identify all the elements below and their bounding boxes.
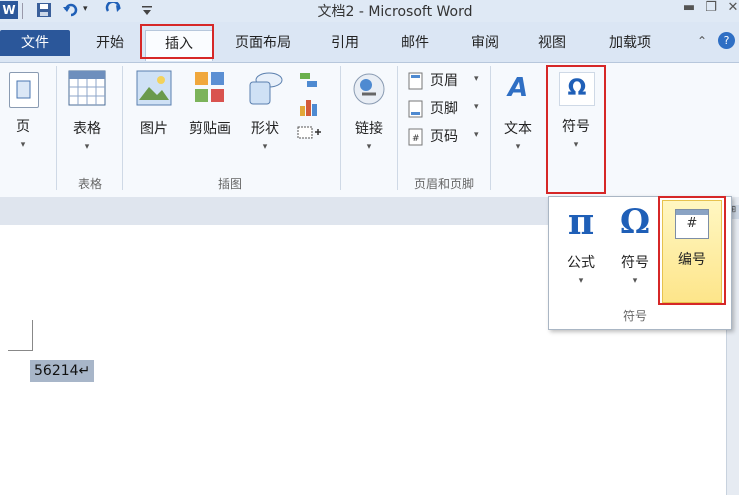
pi-icon: π	[567, 201, 595, 243]
margin-mark-vertical	[32, 320, 33, 350]
group-separator	[490, 66, 491, 190]
tab-view[interactable]: 视图	[530, 30, 574, 56]
picture-label: 图片	[140, 121, 168, 137]
symbols-dropdown-group-label: 符号	[622, 309, 647, 323]
tab-home[interactable]: 开始	[88, 30, 132, 56]
picture-button[interactable]: 图片	[132, 66, 176, 146]
page-label: 页	[16, 119, 30, 135]
shapes-arrow-icon: ▾	[262, 142, 268, 152]
page-arrow-icon: ▾	[20, 140, 26, 150]
clipart-button[interactable]: 剪贴画	[185, 66, 235, 146]
footer-label: 页脚	[430, 101, 458, 117]
minimize-icon[interactable]: ▬	[678, 0, 700, 18]
window-title: 文档2 - Microsoft Word	[317, 4, 473, 20]
table-label: 表格	[73, 121, 101, 137]
text-button[interactable]: A 文本 ▾	[495, 66, 541, 166]
symbol-arrow-icon: ▾	[632, 276, 638, 286]
svg-text:#: #	[412, 134, 420, 144]
insert-tab-highlight	[140, 24, 214, 59]
links-label: 链接	[355, 121, 383, 137]
group-separator	[397, 66, 398, 190]
text-icon: A	[507, 73, 529, 103]
footer-arrow-icon: ▾	[474, 102, 479, 112]
page-icon	[9, 72, 39, 108]
footer-button[interactable]: 页脚 ▾	[408, 98, 488, 120]
header-label: 页眉	[430, 73, 458, 89]
picture-icon	[136, 70, 172, 110]
group-separator	[122, 66, 123, 190]
smartart-icon[interactable]	[298, 70, 320, 94]
numbering-highlight	[658, 196, 726, 305]
page-button[interactable]: 页 ▾	[5, 66, 41, 166]
undo-icon[interactable]	[62, 2, 80, 19]
symbol-label: 符号	[621, 255, 649, 271]
header-button[interactable]: 页眉 ▾	[408, 70, 488, 92]
table-button[interactable]: 表格 ▾	[63, 66, 111, 166]
shapes-button[interactable]: 形状 ▾	[245, 66, 285, 166]
equation-label: 公式	[567, 255, 595, 271]
clipart-icon	[193, 70, 227, 110]
group-separator	[340, 66, 341, 190]
undo-dropdown-icon[interactable]: ▾	[83, 4, 88, 14]
omega-icon: Ω	[619, 202, 651, 242]
page-number-label: 页码	[430, 129, 458, 145]
close-icon[interactable]: ✕	[722, 0, 739, 18]
links-button[interactable]: 链接 ▾	[347, 66, 391, 166]
clipart-label: 剪贴画	[189, 121, 231, 137]
customize-icon[interactable]	[140, 2, 158, 19]
shapes-label: 形状	[251, 121, 279, 137]
header-arrow-icon: ▾	[474, 74, 479, 84]
restore-icon[interactable]: ❐	[700, 0, 722, 18]
help-icon[interactable]: ?	[718, 32, 735, 49]
illustrations-group-label: 插图	[217, 177, 242, 191]
page-number-button[interactable]: # 页码 ▾	[408, 126, 488, 148]
links-arrow-icon: ▾	[366, 142, 372, 152]
shapes-icon	[247, 70, 285, 110]
tab-file[interactable]: 文件	[0, 30, 70, 56]
margin-mark-horizontal	[8, 350, 33, 351]
group-separator	[56, 66, 57, 190]
symbol-button[interactable]: Ω 符号 ▾	[610, 200, 660, 300]
table-icon	[68, 70, 106, 110]
header-footer-group-label: 页眉和页脚	[413, 177, 474, 191]
equation-arrow-icon: ▾	[578, 276, 584, 286]
page-number-icon: #	[408, 128, 423, 146]
screenshot-icon[interactable]	[296, 124, 326, 146]
chart-icon[interactable]	[298, 96, 320, 122]
link-icon	[352, 72, 386, 110]
save-icon[interactable]	[36, 2, 54, 19]
symbols-highlight	[546, 65, 606, 194]
selected-text[interactable]: 56214↵	[30, 360, 95, 382]
tab-mailings[interactable]: 邮件	[393, 30, 437, 56]
footer-icon	[408, 100, 423, 118]
header-icon	[408, 72, 423, 90]
text-label: 文本	[504, 121, 532, 137]
equation-button[interactable]: π 公式 ▾	[556, 200, 606, 300]
redo-icon[interactable]	[105, 0, 123, 19]
word-app-icon[interactable]: W	[0, 1, 18, 19]
separator	[22, 3, 23, 19]
text-arrow-icon: ▾	[515, 142, 521, 152]
table-group-label: 表格	[77, 177, 102, 191]
ribbon-collapse-icon[interactable]: ⌃	[697, 34, 707, 48]
tab-add-ins[interactable]: 加载项	[599, 30, 661, 56]
table-arrow-icon: ▾	[84, 142, 90, 152]
tab-references[interactable]: 引用	[323, 30, 367, 56]
tab-page-layout[interactable]: 页面布局	[228, 30, 298, 56]
tab-review[interactable]: 审阅	[463, 30, 507, 56]
page-number-arrow-icon: ▾	[474, 130, 479, 140]
